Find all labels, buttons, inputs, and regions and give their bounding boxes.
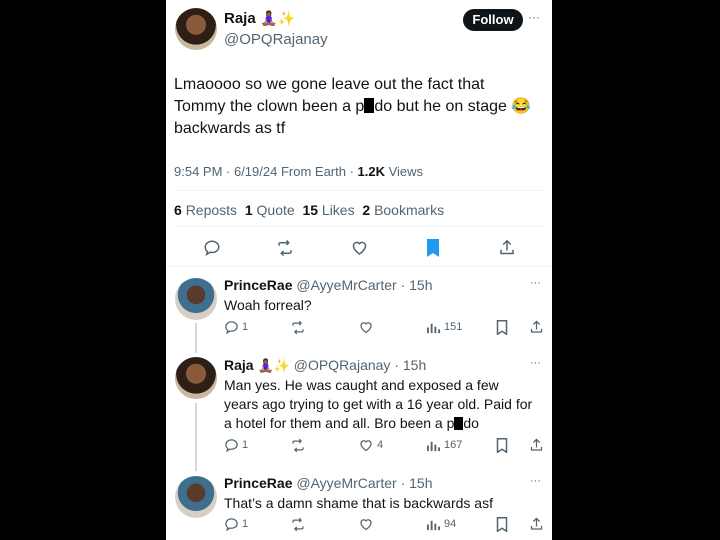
reply-avatar[interactable] — [175, 357, 217, 399]
reply-text: Woah forreal? — [224, 297, 312, 313]
quotes-label: Quote — [256, 202, 295, 218]
tweet-text-line: backwards as tf — [174, 120, 286, 137]
divider — [174, 190, 544, 191]
reply-author-handle[interactable]: @OPQRajanay · 15h — [294, 357, 427, 373]
follow-button[interactable]: Follow — [463, 9, 523, 31]
reply-avatar[interactable] — [175, 278, 217, 320]
reposts-stat[interactable]: 6 Reposts — [174, 202, 237, 218]
views-label: Views — [385, 164, 424, 179]
reply-text-line: Man yes. He was caught and exposed a few — [224, 377, 499, 393]
reposts-count: 6 — [174, 202, 182, 218]
bookmark-icon[interactable] — [496, 438, 508, 453]
reply-author-handle[interactable]: @AyyeMrCarter · 15h — [296, 277, 432, 293]
reposts-label: Reposts — [185, 202, 238, 218]
reply-icon[interactable] — [203, 239, 221, 257]
tweet-text-line: Lmaoooo so we gone leave out the fact th… — [174, 76, 485, 93]
reply-text: Man yes. He was caught and exposed a few… — [224, 376, 544, 433]
reply-author-name[interactable]: Raja — [224, 357, 254, 373]
author-name[interactable]: Raja — [224, 10, 256, 27]
reply-count: 1 — [242, 439, 249, 451]
more-options-icon[interactable]: ··· — [528, 10, 540, 24]
like-icon[interactable] — [358, 438, 374, 453]
view-count: 94 — [444, 518, 457, 530]
reply-author-row[interactable]: PrinceRae @AyyeMrCarter · 15h — [224, 475, 432, 491]
author-avatar[interactable] — [175, 8, 217, 50]
quotes-stat[interactable]: 1 Quote — [245, 202, 295, 218]
likes-label: Likes — [321, 202, 355, 218]
tweet-text-segment: Tommy the clown been a p — [174, 98, 365, 115]
reply-icon[interactable] — [224, 438, 239, 453]
reply-text-segment: do — [463, 415, 479, 431]
tweet-text-line: Tommy the clown been a p do but he on sta… — [174, 96, 546, 118]
reply-author-name[interactable]: PrinceRae — [224, 277, 292, 293]
reply-author-emoji: 🧘🏾‍♀️✨ — [257, 358, 290, 373]
bookmark-icon[interactable] — [425, 238, 441, 258]
bookmarks-label: Bookmarks — [374, 202, 445, 218]
author-handle[interactable]: @OPQRajanay — [224, 31, 328, 48]
reply-icon[interactable] — [224, 517, 239, 532]
likes-stat[interactable]: 15 Likes — [302, 202, 354, 218]
bookmark-icon[interactable] — [496, 517, 508, 532]
tweet-timestamp[interactable]: 9:54 PM · 6/19/24 From Earth · 1.2K View… — [174, 164, 423, 179]
views-icon[interactable] — [427, 518, 440, 531]
more-options-icon[interactable]: ··· — [530, 277, 541, 289]
likes-count: 15 — [302, 202, 319, 218]
redaction-box — [364, 98, 375, 113]
views-icon[interactable] — [427, 439, 440, 452]
tweet-stats: 6 Reposts 1 Quote 15 Likes 2 Bookmarks — [174, 202, 444, 218]
quotes-count: 1 — [244, 202, 253, 218]
reply-count: 1 — [242, 518, 249, 530]
timestamp-text: 9:54 PM · 6/19/24 From Earth · — [174, 164, 358, 179]
like-icon[interactable] — [358, 517, 374, 532]
view-count: 151 — [444, 321, 463, 333]
laughing-emoji: 😂 — [511, 98, 532, 115]
author-name-row[interactable]: Raja 🧘🏾‍♀️✨ — [224, 10, 295, 28]
views-count: 1.2K — [357, 164, 385, 179]
share-icon[interactable] — [529, 319, 544, 335]
reply-text-line: a hotel for them and all. Bro been a p do — [224, 414, 544, 433]
bookmarks-count: 2 — [362, 202, 371, 218]
view-count: 167 — [444, 439, 463, 451]
reply-author-name[interactable]: PrinceRae — [224, 475, 292, 491]
like-count: 4 — [377, 439, 384, 451]
reply-author-row[interactable]: PrinceRae @AyyeMrCarter · 15h — [224, 277, 432, 293]
repost-icon[interactable] — [290, 320, 306, 335]
reply-avatar[interactable] — [175, 476, 217, 518]
tweet-card: Raja 🧘🏾‍♀️✨ @OPQRajanay Follow ··· Lmaoo… — [166, 0, 552, 540]
reply-text: That’s a damn shame that is backwards as… — [224, 495, 493, 511]
like-icon[interactable] — [350, 239, 369, 257]
reply-author-handle[interactable]: @AyyeMrCarter · 15h — [296, 475, 432, 491]
reply-author-row[interactable]: Raja 🧘🏾‍♀️✨ @OPQRajanay · 15h — [224, 357, 426, 374]
like-icon[interactable] — [358, 320, 374, 335]
reply-icon[interactable] — [224, 320, 239, 335]
reply-text-line: years ago trying to get with a 16 year o… — [224, 396, 533, 412]
reply-action-bar: 1 151 — [224, 318, 544, 336]
author-name-emoji: 🧘🏾‍♀️✨ — [260, 10, 296, 26]
bookmark-icon[interactable] — [496, 320, 508, 335]
repost-icon[interactable] — [290, 517, 306, 532]
views-icon[interactable] — [427, 321, 440, 334]
repost-icon[interactable] — [290, 438, 306, 453]
more-options-icon[interactable]: ··· — [530, 475, 541, 487]
thread-line — [195, 323, 197, 353]
divider — [174, 226, 544, 227]
share-icon[interactable] — [529, 516, 544, 532]
more-options-icon[interactable]: ··· — [530, 357, 541, 369]
reply-text-segment: a hotel for them and all. Bro been a p — [224, 415, 455, 431]
reply-action-bar: 1 94 — [224, 515, 544, 533]
repost-icon[interactable] — [275, 239, 295, 257]
thread-line — [195, 403, 197, 471]
divider — [166, 266, 552, 267]
reply-count: 1 — [242, 321, 249, 333]
tweet-text: Lmaoooo so we gone leave out the fact th… — [174, 74, 546, 140]
reply-action-bar: 1 4 167 — [224, 436, 544, 454]
share-icon[interactable] — [498, 238, 516, 257]
share-icon[interactable] — [529, 437, 544, 453]
bookmarks-stat[interactable]: 2 Bookmarks — [362, 202, 444, 218]
tweet-text-segment: do but he on stage — [374, 98, 507, 115]
